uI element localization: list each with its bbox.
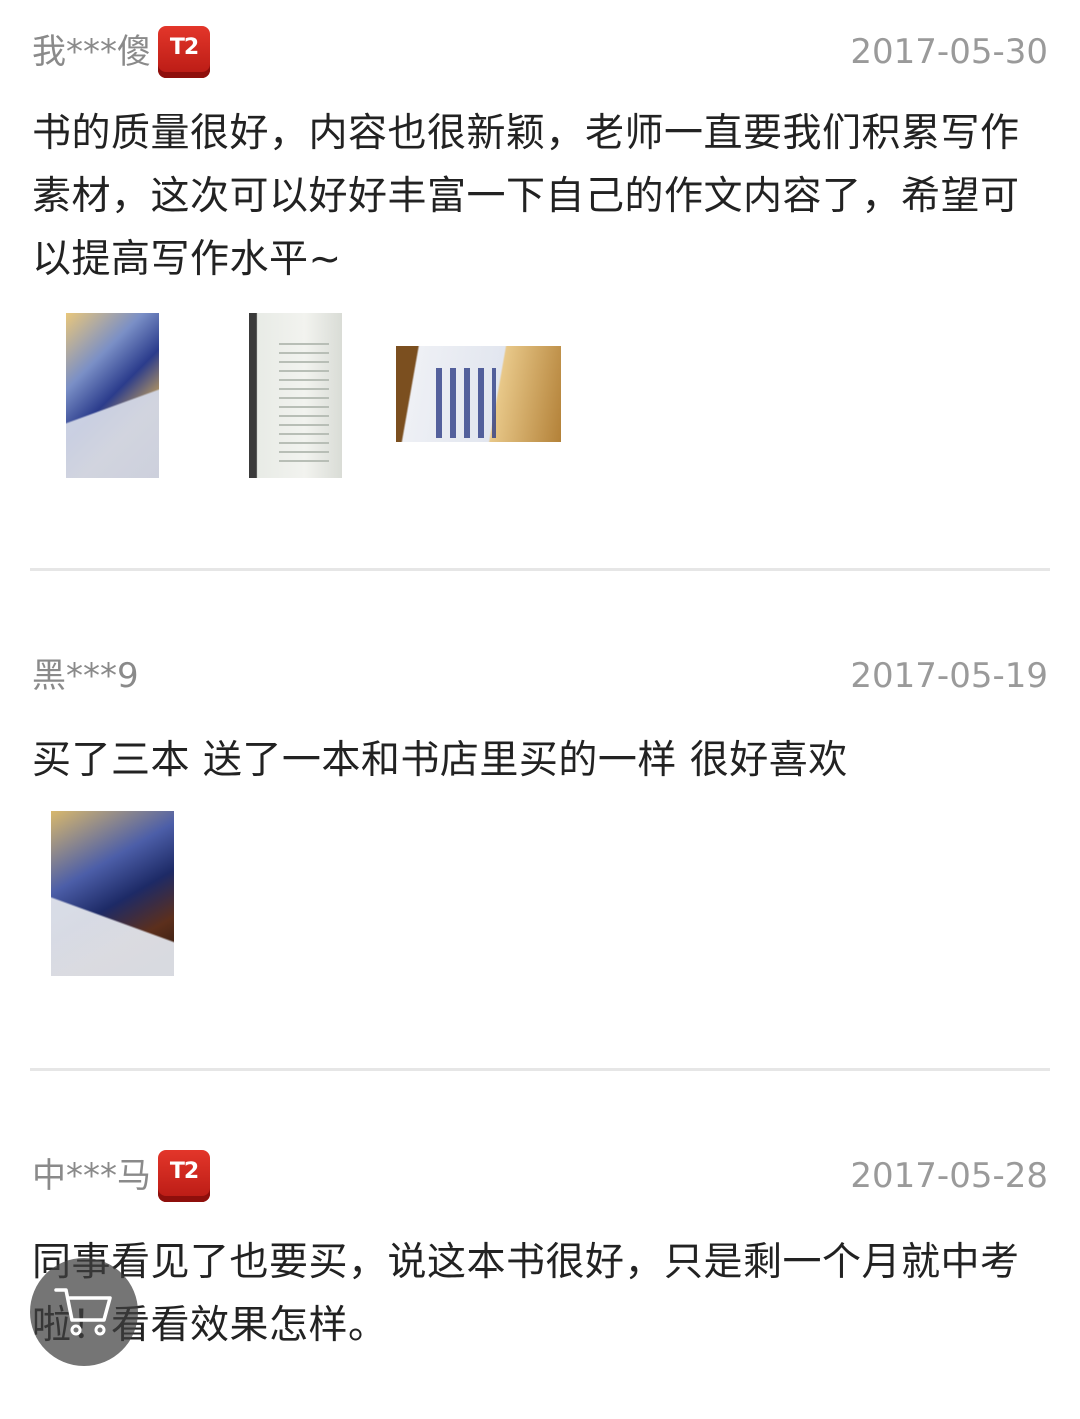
shopping-cart-icon	[54, 1288, 112, 1336]
review-header: 中***马 T2 2017-05-28	[32, 1150, 1048, 1210]
review-photo[interactable]	[51, 811, 174, 976]
review-header: 黑***9 2017-05-19	[32, 650, 1048, 710]
review-date: 2017-05-30	[850, 32, 1048, 72]
member-level-badge: T2	[158, 1150, 210, 1202]
review-username: 中***马	[32, 1156, 151, 1196]
review-date: 2017-05-28	[850, 1156, 1048, 1196]
review-text: 同事看见了也要买，说这本书很好，只是剩一个月就中考啦！看看效果怎样。	[32, 1240, 1020, 1348]
review-photo[interactable]	[396, 346, 561, 442]
review-username: 黑***9	[32, 656, 139, 696]
divider	[30, 1068, 1050, 1071]
review-photo[interactable]	[66, 313, 159, 478]
review-text: 买了三本 送了一本和书店里买的一样 很好喜欢	[32, 738, 848, 783]
review-list: 我***傻 T2 2017-05-30 书的质量很好，内容也很新颖，老师一直要我…	[0, 0, 1080, 1419]
review-text: 书的质量很好，内容也很新颖，老师一直要我们积累写作素材，这次可以好好丰富一下自己…	[32, 111, 1020, 282]
review-date: 2017-05-19	[850, 656, 1048, 696]
divider	[30, 568, 1050, 571]
shopping-cart-button[interactable]	[30, 1258, 138, 1366]
member-level-badge: T2	[158, 26, 210, 78]
review-photo[interactable]	[249, 313, 342, 478]
review-username: 我***傻	[32, 32, 151, 72]
review-header: 我***傻 T2 2017-05-30	[32, 26, 1048, 86]
